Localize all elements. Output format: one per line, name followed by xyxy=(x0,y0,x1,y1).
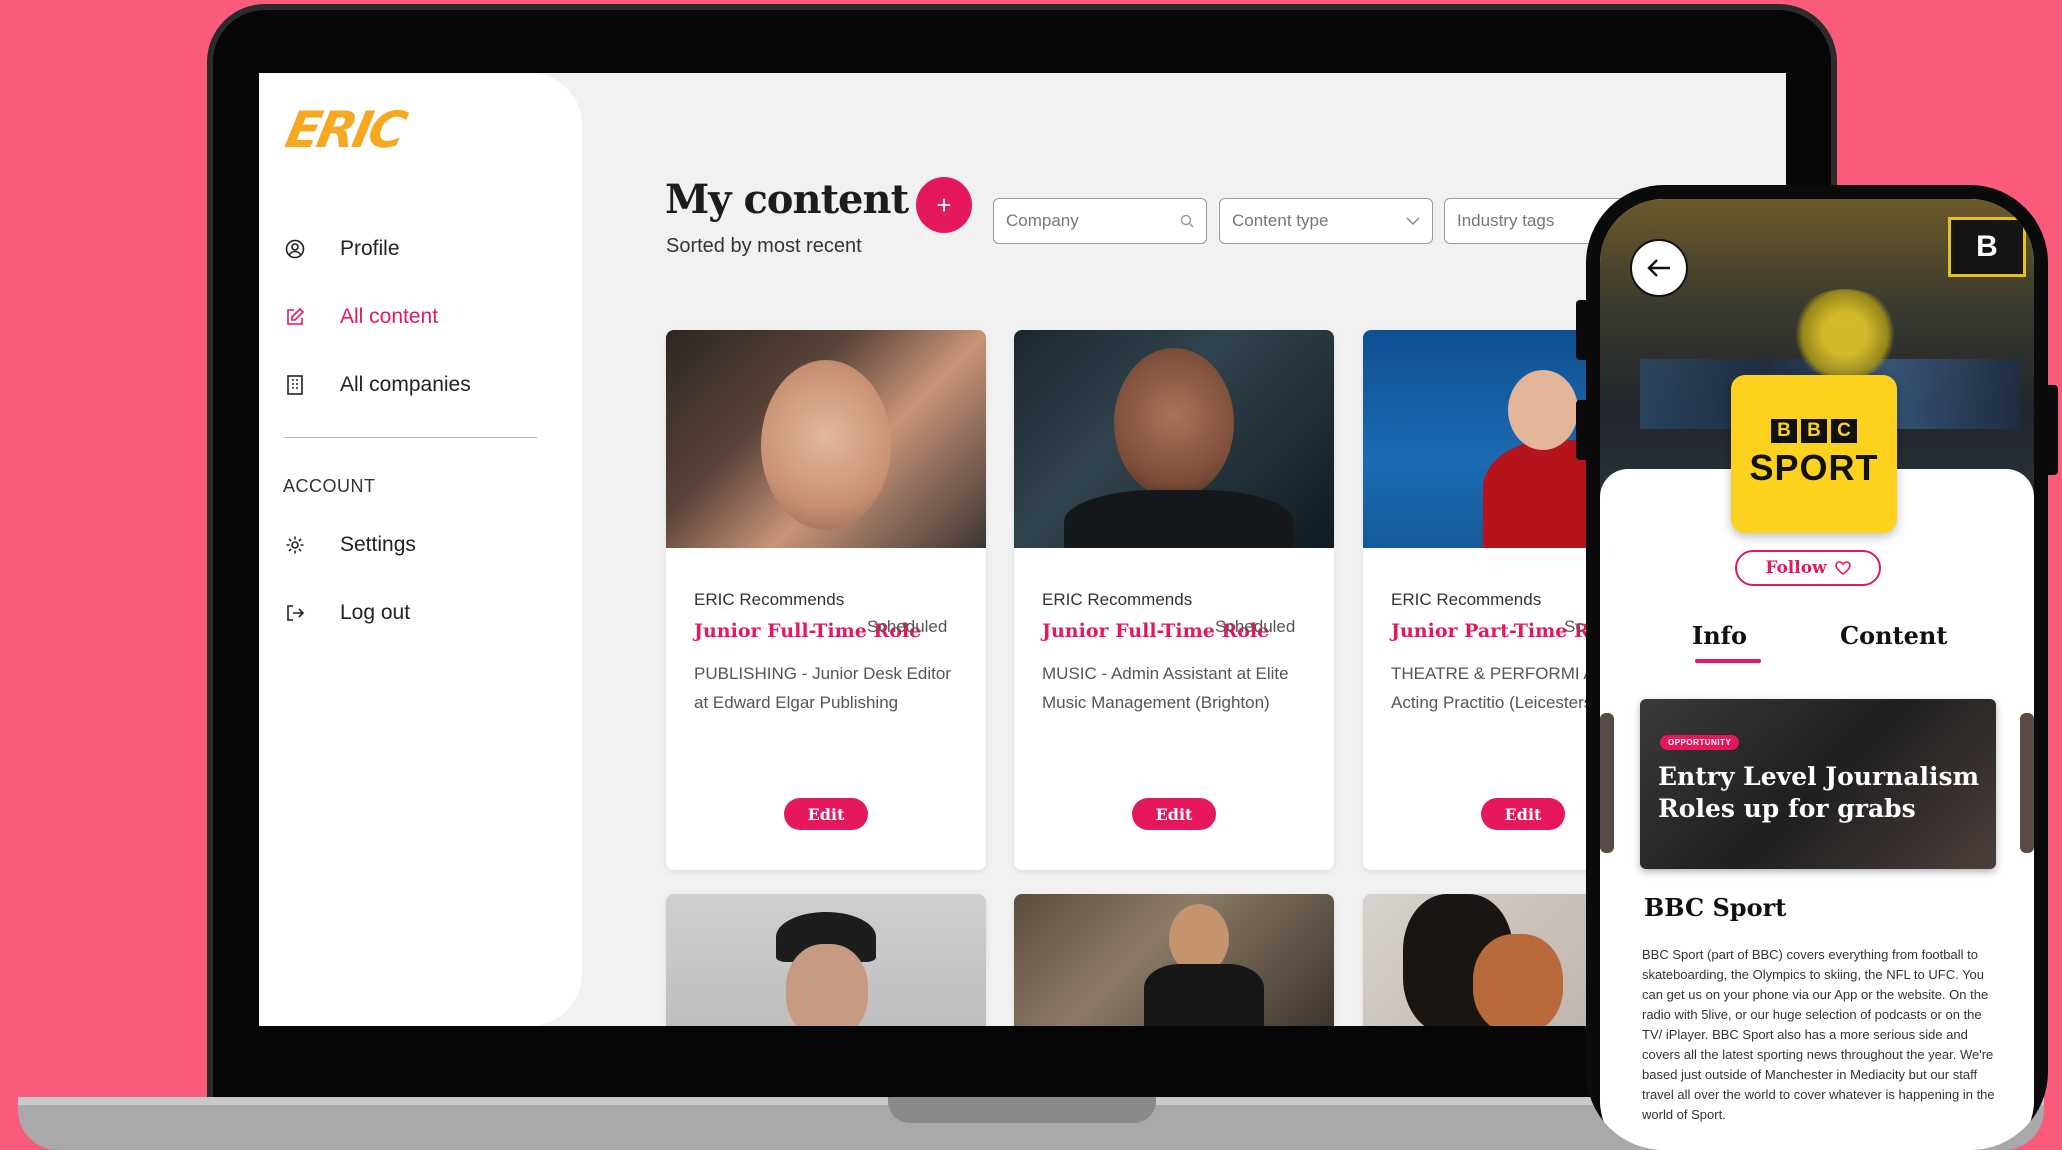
sidebar-item-label: Profile xyxy=(340,237,400,260)
status-badge: Scheduled xyxy=(867,617,948,636)
content-card[interactable]: ERIC Recommends Junior Full-Time Role Sc… xyxy=(666,330,986,870)
gear-icon xyxy=(284,534,306,556)
user-circle-icon xyxy=(284,238,306,260)
carousel-peek-right xyxy=(2020,713,2034,853)
edit-button[interactable]: Edit xyxy=(1481,798,1565,830)
bbc-sport-logo: B B C SPORT xyxy=(1731,375,1897,533)
chevron-down-icon xyxy=(1406,216,1420,226)
sidebar-item-settings[interactable]: Settings xyxy=(284,533,416,557)
sidebar-item-all-companies[interactable]: All companies xyxy=(284,373,471,397)
status-badge: Scheduled xyxy=(1215,617,1296,636)
sidebar-divider xyxy=(284,437,537,438)
company-filter[interactable]: Company xyxy=(993,198,1207,244)
phone-frame: B B B C SPORT Follow Info Content OPPORT… xyxy=(1586,185,2048,1150)
card-image xyxy=(1014,330,1334,548)
account-section-label: ACCOUNT xyxy=(283,476,376,496)
sidebar: ERIC Profile All content All companies A… xyxy=(259,73,582,1026)
heart-icon xyxy=(1834,561,1851,575)
sidebar-item-label: All companies xyxy=(340,373,471,396)
logo-text: ERIC xyxy=(280,101,410,159)
sidebar-item-logout[interactable]: Log out xyxy=(284,601,410,625)
follow-label: Follow xyxy=(1765,558,1827,578)
building-icon xyxy=(284,374,306,396)
edit-button[interactable]: Edit xyxy=(1132,798,1216,830)
follow-button[interactable]: Follow xyxy=(1735,550,1881,586)
page-subtitle: Sorted by most recent xyxy=(666,235,862,257)
sidebar-item-label: Settings xyxy=(340,533,416,556)
sidebar-item-profile[interactable]: Profile xyxy=(284,237,400,261)
page-title: My content xyxy=(665,176,909,223)
tab-content[interactable]: Content xyxy=(1840,621,1947,650)
content-card[interactable] xyxy=(666,894,986,1026)
edit-icon xyxy=(284,306,306,328)
active-tab-indicator xyxy=(1695,659,1761,663)
industry-tags-filter-placeholder: Industry tags xyxy=(1457,211,1555,230)
sidebar-item-all-content[interactable]: All content xyxy=(284,305,438,329)
back-button[interactable] xyxy=(1630,239,1688,297)
card-description: MUSIC - Admin Assistant at Elite Music M… xyxy=(1042,664,1289,712)
carousel-peek-left xyxy=(1600,713,1614,853)
logout-icon xyxy=(284,602,306,624)
bbc-sport-word: SPORT xyxy=(1749,447,1879,488)
laptop-screen: ERIC Profile All content All companies A… xyxy=(259,73,1786,1026)
tab-info[interactable]: Info xyxy=(1692,621,1747,650)
feature-title: Entry Level Journalism Roles up for grab… xyxy=(1658,762,1980,823)
hero-sign: B xyxy=(1948,217,2026,277)
company-filter-placeholder: Company xyxy=(1006,211,1079,230)
card-tag: ERIC Recommends xyxy=(1042,590,1193,609)
feature-card[interactable]: OPPORTUNITY Entry Level Journalism Roles… xyxy=(1640,699,1996,869)
sidebar-item-label: Log out xyxy=(340,601,411,624)
sidebar-item-label: All content xyxy=(340,305,439,328)
search-icon xyxy=(1180,214,1194,228)
card-image xyxy=(666,330,986,548)
bbc-letter: B xyxy=(1771,419,1797,443)
arrow-left-icon xyxy=(1646,257,1672,279)
company-name: BBC Sport xyxy=(1644,893,1787,922)
bbc-letter: C xyxy=(1831,419,1857,443)
opportunity-badge: OPPORTUNITY xyxy=(1660,735,1740,750)
card-image xyxy=(666,894,986,1026)
card-tag: ERIC Recommends xyxy=(694,590,845,609)
bbc-letter: B xyxy=(1801,419,1827,443)
content-card[interactable] xyxy=(1014,894,1334,1026)
company-description: BBC Sport (part of BBC) covers everythin… xyxy=(1642,947,1995,1122)
phone-screen: B B B C SPORT Follow Info Content OPPORT… xyxy=(1600,199,2034,1150)
content-type-filter[interactable]: Content type xyxy=(1219,198,1433,244)
eric-logo[interactable]: ERIC xyxy=(281,101,409,159)
status-badge: Sc xyxy=(1564,617,1584,636)
content-type-filter-placeholder: Content type xyxy=(1232,211,1329,230)
laptop-notch xyxy=(888,1097,1156,1123)
card-description: PUBLISHING - Junior Desk Editor at Edwar… xyxy=(694,664,951,712)
card-image xyxy=(1014,894,1334,1026)
edit-button[interactable]: Edit xyxy=(784,798,868,830)
add-content-button[interactable]: + xyxy=(916,177,972,233)
content-card[interactable]: ERIC Recommends Junior Full-Time Role Sc… xyxy=(1014,330,1334,870)
